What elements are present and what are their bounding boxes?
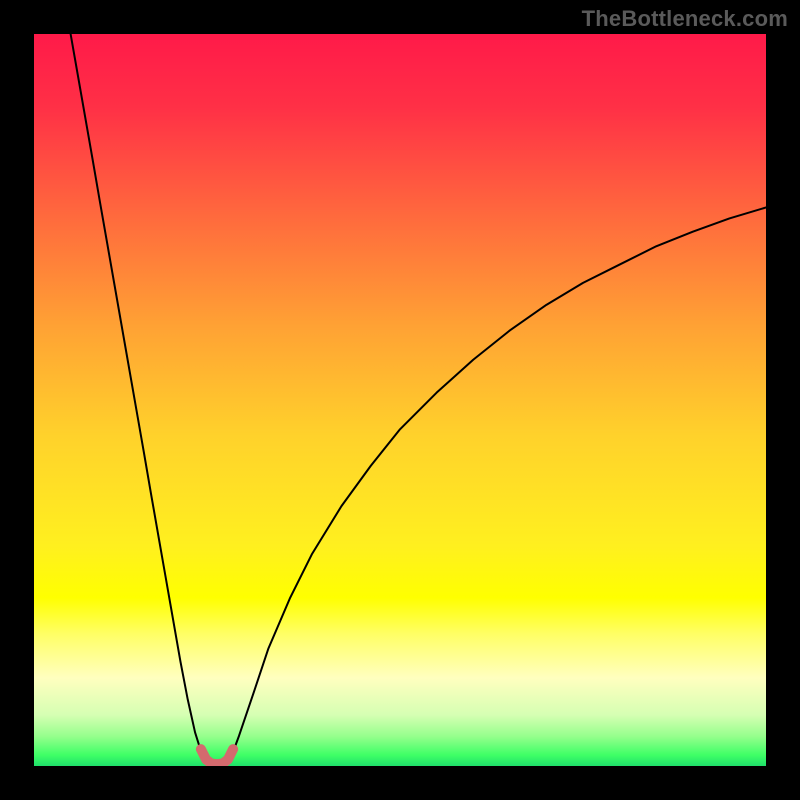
curves-layer [34, 34, 766, 766]
series-trough-highlight [201, 749, 233, 764]
series-right-branch [232, 207, 766, 755]
chart-frame: TheBottleneck.com [0, 0, 800, 800]
series-left-branch [71, 34, 203, 756]
plot-area [34, 34, 766, 766]
attribution-watermark: TheBottleneck.com [582, 6, 788, 32]
